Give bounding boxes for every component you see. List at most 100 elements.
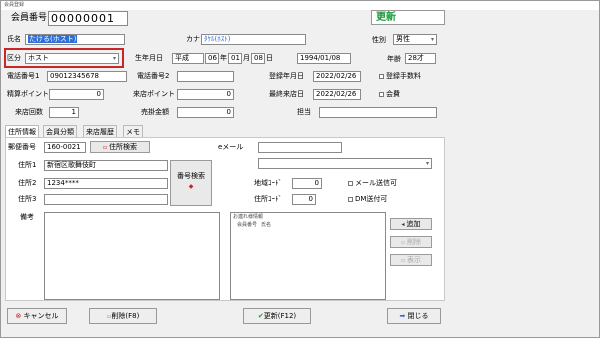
age-field: 28才 [405,53,436,64]
notes-label: 備考 [20,213,34,221]
month-field[interactable]: 01 [228,53,242,64]
view-icon: ▫ [400,257,406,264]
tab-visit-history[interactable]: 来店履歴 [83,125,117,137]
day-field[interactable]: 08 [251,53,265,64]
addr-code-label: 住所ｺｰﾄﾞ [254,195,282,203]
dm-ok-checkbox[interactable]: DM送付可 [348,194,387,205]
email-field[interactable] [258,142,342,153]
checkbox-icon [348,196,353,202]
mail-ok-label: メール送信可 [355,179,397,187]
postal-field[interactable]: 160-0021 [44,142,86,153]
membership-checkbox[interactable]: 会費 [379,89,400,100]
credit-label: 売掛金額 [141,108,169,116]
tab-memo[interactable]: メモ [123,125,143,137]
addr1-label: 住所1 [18,161,37,169]
checkbox-icon [379,91,384,97]
exit-icon: ➡ [399,312,406,320]
chevron-down-icon: ▾ [430,36,434,43]
category-value: ホスト [28,54,49,62]
reg-fee-checkbox[interactable]: 登録手数料 [379,71,421,82]
show-label: 表示 [407,256,422,264]
staff-field[interactable] [319,107,437,118]
add-label: 追加 [406,220,421,228]
number-search-label: 番号検索 [177,172,205,180]
address-search-button[interactable]: ▫ 住所検索 [90,141,150,153]
dm-ok-label: DM送付可 [355,195,388,203]
member-no-field[interactable]: 00000001 [48,11,128,26]
companion-title: お連れ様情報 [233,214,264,220]
visits-field[interactable]: 1 [49,107,79,118]
last-visit-field[interactable]: 2022/02/26 [313,89,361,100]
month-unit: 月 [243,54,250,62]
chevron-down-icon: ▾ [425,160,429,167]
addr2-field[interactable]: 1234**** [44,178,168,189]
notes-textarea[interactable] [44,212,220,300]
addr1-field[interactable]: 新宿区歌舞伎町 [44,160,168,171]
membership-label: 会費 [386,90,400,98]
gender-label: 性別 [372,36,386,44]
delete-icon: ▫ [400,239,406,246]
birth-label: 生年月日 [135,54,163,62]
kana-field[interactable]: ﾀｹﾙ(ﾎｽﾄ) [201,34,306,45]
close-label: 閉じる [407,312,429,320]
name-field[interactable]: たける(ホスト) [25,34,125,45]
delete-companion-button[interactable]: ▫ 削除 [390,236,432,248]
companion-list[interactable]: お連れ様情報 会員番号 氏名 [230,212,386,300]
cancel-button[interactable]: ⊗ キャンセル [7,308,67,324]
postal-label: 郵便番号 [8,143,36,151]
year-field[interactable]: 06 [205,53,219,64]
name-label: 氏名 [7,35,21,43]
phone1-field[interactable]: 09012345678 [47,71,127,82]
checkbox-icon [348,180,353,186]
name-value: たける(ホスト) [28,35,78,43]
region-field[interactable]: 0 [292,178,322,189]
update-button[interactable]: ✔更新(F12) [243,308,311,324]
add-button[interactable]: ◂ 追加 [390,218,432,230]
status-badge: 更新 [371,10,445,25]
gender-select[interactable]: 男性 ▾ [393,34,437,45]
delete-button[interactable]: ▭削除(F8) [89,308,157,324]
close-button[interactable]: ➡ 閉じる [387,308,441,324]
reg-fee-label: 登録手数料 [386,72,421,80]
phone2-label: 電話番号2 [137,72,170,80]
tab-member-class[interactable]: 会員分類 [43,125,77,137]
addr2-label: 住所2 [18,179,37,187]
points-calc-label: 精算ポイント [7,90,49,98]
points-calc-field[interactable]: 0 [49,89,104,100]
mail-ok-checkbox[interactable]: メール送信可 [348,178,397,189]
addr-code-field[interactable]: 0 [292,194,316,205]
delete-label: 削除 [407,238,422,246]
phone2-field[interactable] [177,71,234,82]
number-search-button[interactable]: 番号検索 ◆ [170,160,212,206]
addr3-label: 住所3 [18,195,37,203]
address-search-label: 住所検索 [109,143,138,151]
cancel-label: キャンセル [23,312,59,320]
address-panel: 郵便番号 160-0021 ▫ 住所検索 eメール ▾ 住所1 新宿区歌舞伎町 住… [5,137,445,301]
search-icon: ▫ [102,144,108,151]
member-registration-window: 会員登録 会員番号 00000001 更新 氏名 たける(ホスト) カナ ﾀｹﾙ… [0,0,600,338]
reg-date-label: 登録年月日 [269,72,304,80]
delete-footer-label: 削除(F8) [111,312,140,320]
show-button[interactable]: ▫ 表示 [390,254,432,266]
email-label: eメール [218,143,244,151]
visit-points-field[interactable]: 0 [177,89,234,100]
category-label: 区分 [7,54,21,62]
birth-iso-field: 1994/01/08 [297,53,351,64]
arrow-left-icon: ◂ [401,221,405,228]
tab-address[interactable]: 住所情報 [5,125,39,137]
credit-field[interactable]: 0 [177,107,234,118]
chevron-down-icon: ▾ [112,55,116,62]
region-label: 地域ｺｰﾄﾞ [254,179,282,187]
addr3-field[interactable] [44,194,168,205]
last-visit-label: 最終来店日 [269,90,304,98]
companion-col-name: 氏名 [261,222,272,228]
search-icon: ◆ [188,183,194,190]
checkbox-icon [379,73,384,79]
visit-points-label: 来店ポイント [133,90,175,98]
era-select[interactable]: 平成 [172,53,204,64]
window-title: 会員登録 [1,1,599,10]
reg-date-field[interactable]: 2022/02/26 [313,71,361,82]
category-select[interactable]: ホスト ▾ [25,53,119,64]
kana-label: カナ [186,35,200,43]
email-domain-select[interactable]: ▾ [258,158,432,169]
